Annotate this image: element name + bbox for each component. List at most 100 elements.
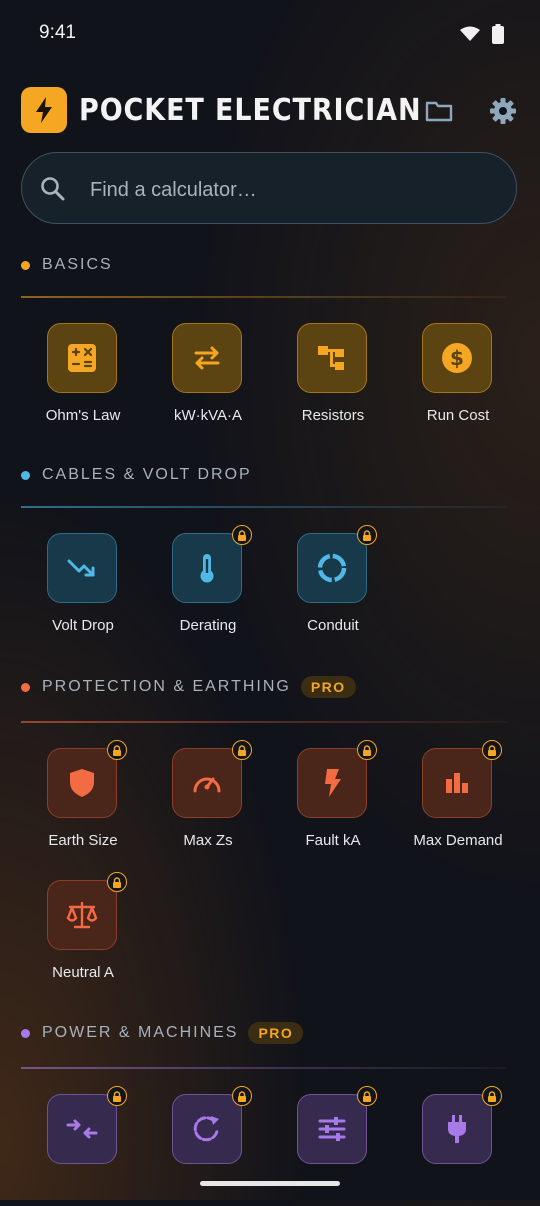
section-dot (21, 682, 30, 692)
section-dot (21, 1028, 30, 1038)
dollar-coin-icon: $ (442, 343, 472, 373)
section-divider (21, 721, 507, 723)
tile-max-zs[interactable]: Max Zs (146, 740, 270, 860)
tile-label: Max Demand (413, 832, 503, 849)
pro-badge: PRO (300, 676, 356, 698)
search-icon (41, 177, 65, 201)
tile-kw-kva-a[interactable]: kW·kVA·A (146, 323, 270, 435)
tile-label: Max Zs (183, 832, 233, 849)
scales-icon (66, 901, 98, 929)
section-dot (21, 470, 30, 480)
tile-icon-box: $ (422, 323, 492, 393)
tile-power-3[interactable] (271, 1086, 395, 1206)
tile-icon-box (172, 748, 242, 818)
tile-icon-box (297, 748, 367, 818)
tile-label: Ohm's Law (45, 407, 121, 424)
ring-icon (317, 553, 347, 583)
rotate-icon (193, 1116, 219, 1142)
battery-icon (492, 24, 504, 44)
tile-fault-ka[interactable]: Fault kA (271, 740, 395, 860)
search-input[interactable] (88, 169, 492, 211)
bar-chart-icon (446, 773, 468, 793)
status-time: 9:41 (39, 22, 76, 43)
trending-down-icon (67, 559, 95, 577)
section-cables-header: CABLES & VOLT DROP (21, 463, 252, 487)
tile-label: Resistors (301, 407, 365, 424)
tile-icon-box (422, 1094, 492, 1164)
tile-icon-box (172, 323, 242, 393)
tile-icon-box (172, 1094, 242, 1164)
tile-volt-drop[interactable]: Volt Drop (21, 533, 145, 645)
section-title: PROTECTION & EARTHING (42, 678, 291, 695)
lock-icon (107, 872, 127, 892)
home-indicator[interactable] (200, 1181, 340, 1186)
tile-resistors[interactable]: Resistors (271, 323, 395, 435)
swap-arrows-icon (194, 346, 220, 370)
flash-icon (325, 769, 341, 797)
status-bar: 9:41 (0, 0, 540, 64)
lock-icon (232, 1086, 252, 1106)
tile-icon-box (422, 748, 492, 818)
section-basics-header: BASICS (21, 253, 113, 277)
tile-power-1[interactable] (21, 1086, 145, 1206)
section-title: CABLES & VOLT DROP (42, 466, 252, 483)
app-header: POCKET ELECTRICIAN (21, 87, 521, 133)
tile-icon-box (172, 533, 242, 603)
calculator-icon (68, 344, 96, 372)
tile-icon-box (297, 1094, 367, 1164)
app-logo (21, 87, 67, 133)
tile-max-demand[interactable]: Max Demand (396, 740, 520, 860)
tile-icon-box (47, 880, 117, 950)
tile-power-4[interactable] (396, 1086, 520, 1206)
section-title: POWER & MACHINES (42, 1024, 239, 1041)
lightning-bolt-icon (36, 97, 52, 123)
thermometer-icon (200, 554, 214, 583)
lock-icon (107, 1086, 127, 1106)
search-bar[interactable] (21, 152, 517, 224)
lock-icon (107, 740, 127, 760)
tile-label: Derating (179, 617, 237, 634)
tile-label: Run Cost (426, 407, 490, 424)
section-divider (21, 506, 507, 508)
lock-icon (357, 525, 377, 545)
tile-conduit[interactable]: Conduit (271, 525, 395, 645)
tile-icon-box (297, 533, 367, 603)
gauge-icon (193, 777, 221, 793)
tile-label: Volt Drop (52, 617, 114, 634)
lock-icon (482, 1086, 502, 1106)
tile-derating[interactable]: Derating (146, 525, 270, 645)
lock-icon (357, 1086, 377, 1106)
tile-label: Fault kA (305, 832, 361, 849)
tile-label: Conduit (307, 617, 359, 634)
lock-icon (232, 525, 252, 545)
pro-badge: PRO (248, 1022, 304, 1044)
settings-button[interactable] (487, 95, 519, 127)
tile-earth-size[interactable]: Earth Size (21, 740, 145, 860)
tile-run-cost[interactable]: $ Run Cost (396, 323, 520, 435)
tile-neutral-a[interactable]: Neutral A (21, 872, 145, 992)
section-protection-header: PROTECTION & EARTHING PRO (21, 675, 356, 699)
tile-icon-box (47, 533, 117, 603)
power-plug-icon (448, 1115, 466, 1143)
lock-icon (232, 740, 252, 760)
tile-power-2[interactable] (146, 1086, 270, 1206)
resistor-tree-icon (318, 346, 344, 370)
folder-button[interactable] (423, 95, 455, 127)
lock-icon (482, 740, 502, 760)
app-title: POCKET ELECTRICIAN (79, 93, 422, 128)
folder-icon (425, 101, 453, 122)
tile-label: Earth Size (48, 832, 118, 849)
status-icons (460, 24, 504, 44)
gear-icon (490, 98, 516, 124)
svg-text:$: $ (450, 346, 464, 370)
wifi-icon (460, 26, 480, 41)
section-divider (21, 296, 507, 298)
tile-label: Neutral A (52, 964, 114, 981)
compress-arrows-icon (66, 1119, 98, 1139)
section-title: BASICS (42, 256, 113, 273)
tile-ohms-law[interactable]: Ohm's Law (21, 323, 145, 435)
tile-icon-box (47, 323, 117, 393)
section-divider (21, 1067, 507, 1069)
tile-icon-box (47, 748, 117, 818)
section-power-header: POWER & MACHINES PRO (21, 1021, 304, 1045)
